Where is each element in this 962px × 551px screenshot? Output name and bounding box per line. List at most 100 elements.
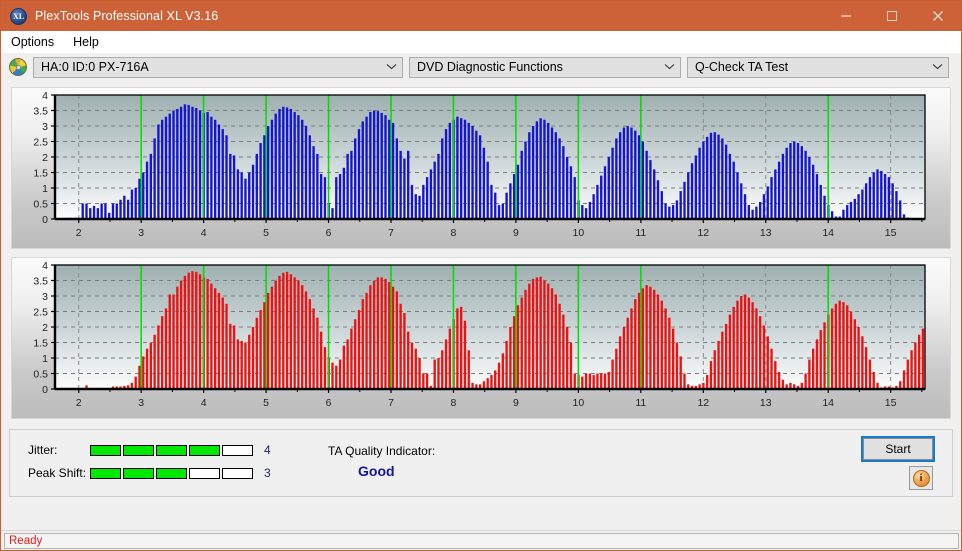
svg-text:4: 4 (201, 227, 207, 239)
svg-text:5: 5 (263, 227, 269, 239)
drive-select-value: HA:0 ID:0 PX-716A (41, 60, 383, 74)
svg-text:7: 7 (388, 397, 394, 409)
title-bar: XL PlexTools Professional XL V3.16 (1, 1, 961, 31)
meter-block (222, 445, 253, 456)
svg-text:11: 11 (635, 227, 646, 239)
svg-text:10: 10 (573, 227, 585, 239)
svg-text:3: 3 (42, 121, 48, 133)
peak-shift-value: 3 (264, 466, 271, 480)
status-bar: Ready (1, 530, 961, 550)
meter-block (189, 445, 220, 456)
svg-text:3: 3 (138, 227, 144, 239)
peak-shift-meter (90, 468, 253, 479)
svg-text:11: 11 (635, 397, 646, 409)
test-select-value: Q-Check TA Test (695, 60, 929, 74)
menu-item-options[interactable]: Options (8, 33, 63, 51)
svg-text:3: 3 (42, 291, 48, 303)
disc-icon (9, 58, 27, 76)
jitter-value: 4 (264, 443, 271, 457)
menu-bar: Options Help (1, 31, 961, 53)
svg-text:13: 13 (760, 397, 772, 409)
meter-block (90, 468, 121, 479)
svg-text:2.5: 2.5 (33, 307, 48, 319)
svg-text:9: 9 (513, 227, 519, 239)
svg-text:8: 8 (451, 397, 457, 409)
info-icon: i (913, 470, 930, 487)
svg-text:6: 6 (326, 397, 332, 409)
meter-block (123, 468, 154, 479)
svg-text:2.5: 2.5 (33, 137, 48, 149)
peak-shift-label: Peak Shift: (28, 466, 90, 480)
svg-text:2: 2 (76, 397, 82, 409)
close-icon[interactable] (915, 1, 961, 31)
svg-text:15: 15 (885, 227, 897, 239)
app-logo-icon: XL (10, 8, 27, 25)
svg-text:0: 0 (42, 214, 48, 226)
chevron-down-icon (383, 63, 400, 72)
svg-text:2: 2 (76, 227, 82, 239)
window-title: PlexTools Professional XL V3.16 (35, 9, 218, 23)
jitter-meter (90, 445, 253, 456)
status-field: Ready (4, 533, 959, 549)
svg-text:12: 12 (697, 227, 709, 239)
svg-text:3.5: 3.5 (33, 276, 48, 288)
svg-text:2: 2 (42, 152, 48, 164)
charts-area: 00.511.522.533.5423456789101112131415 00… (1, 81, 961, 427)
minimize-icon[interactable] (823, 1, 869, 31)
svg-text:9: 9 (513, 397, 519, 409)
meter-block (123, 445, 154, 456)
peak-shift-row: Peak Shift: 3 (28, 466, 271, 480)
svg-text:14: 14 (822, 397, 834, 409)
function-select[interactable]: DVD Diagnostic Functions (409, 57, 681, 78)
app-window: XL PlexTools Professional XL V3.16 Optio… (0, 0, 962, 551)
maximize-icon[interactable] (869, 1, 915, 31)
svg-text:12: 12 (697, 397, 709, 409)
svg-text:1.5: 1.5 (33, 168, 48, 180)
start-button[interactable]: Start (863, 438, 933, 460)
menu-item-help[interactable]: Help (70, 33, 108, 51)
jitter-chart-panel: 0 0.5 1 1.5 2 2.5 3 3.5 4 2 3 4 5 6 7 8 9 10 11 12 13 14 15 (11, 87, 951, 249)
svg-text:3: 3 (138, 397, 144, 409)
jitter-chart: 0 0.5 1 1.5 2 2.5 3 3.5 4 2 3 4 5 6 7 8 9 10 11 12 13 14 15 (12, 88, 950, 248)
svg-text:0: 0 (42, 384, 48, 396)
svg-text:0.5: 0.5 (33, 199, 48, 211)
window-controls (823, 1, 961, 31)
svg-text:5: 5 (263, 397, 269, 409)
meter-block (189, 468, 220, 479)
svg-text:1: 1 (42, 183, 48, 195)
svg-text:2: 2 (42, 322, 48, 334)
toolbar: HA:0 ID:0 PX-716A DVD Diagnostic Functio… (1, 53, 961, 81)
test-select[interactable]: Q-Check TA Test (687, 57, 949, 78)
chevron-down-icon (929, 63, 946, 72)
meter-block (90, 445, 121, 456)
info-button[interactable]: i (909, 466, 933, 490)
peak-shift-chart: 00.511.522.533.5423456789101112131415 (12, 258, 950, 418)
app-logo-text: XL (13, 12, 24, 21)
svg-text:4: 4 (42, 260, 48, 272)
status-text: Ready (9, 535, 42, 547)
jitter-row: Jitter: 4 (28, 443, 271, 457)
svg-text:13: 13 (760, 227, 772, 239)
ta-quality-label: TA Quality Indicator: (328, 444, 435, 458)
svg-text:1: 1 (42, 353, 48, 365)
meter-block (222, 468, 253, 479)
function-select-value: DVD Diagnostic Functions (417, 60, 661, 74)
svg-text:10: 10 (573, 397, 585, 409)
meter-block (156, 445, 187, 456)
svg-text:14: 14 (822, 227, 834, 239)
svg-text:8: 8 (451, 227, 457, 239)
svg-text:1.5: 1.5 (33, 338, 48, 350)
svg-text:15: 15 (885, 397, 897, 409)
ta-quality-value: Good (358, 463, 395, 479)
svg-text:3.5: 3.5 (33, 106, 48, 118)
jitter-label: Jitter: (28, 443, 90, 457)
svg-text:7: 7 (388, 227, 394, 239)
svg-text:4: 4 (201, 397, 207, 409)
results-panel: Jitter: 4 Peak Shift: 3 TA Quality Indic… (9, 429, 953, 497)
peak-shift-chart-panel: 00.511.522.533.5423456789101112131415 (11, 257, 951, 419)
meter-block (156, 468, 187, 479)
drive-select[interactable]: HA:0 ID:0 PX-716A (33, 57, 403, 78)
chevron-down-icon (661, 63, 678, 72)
svg-text:4: 4 (42, 90, 48, 102)
svg-text:6: 6 (326, 227, 332, 239)
